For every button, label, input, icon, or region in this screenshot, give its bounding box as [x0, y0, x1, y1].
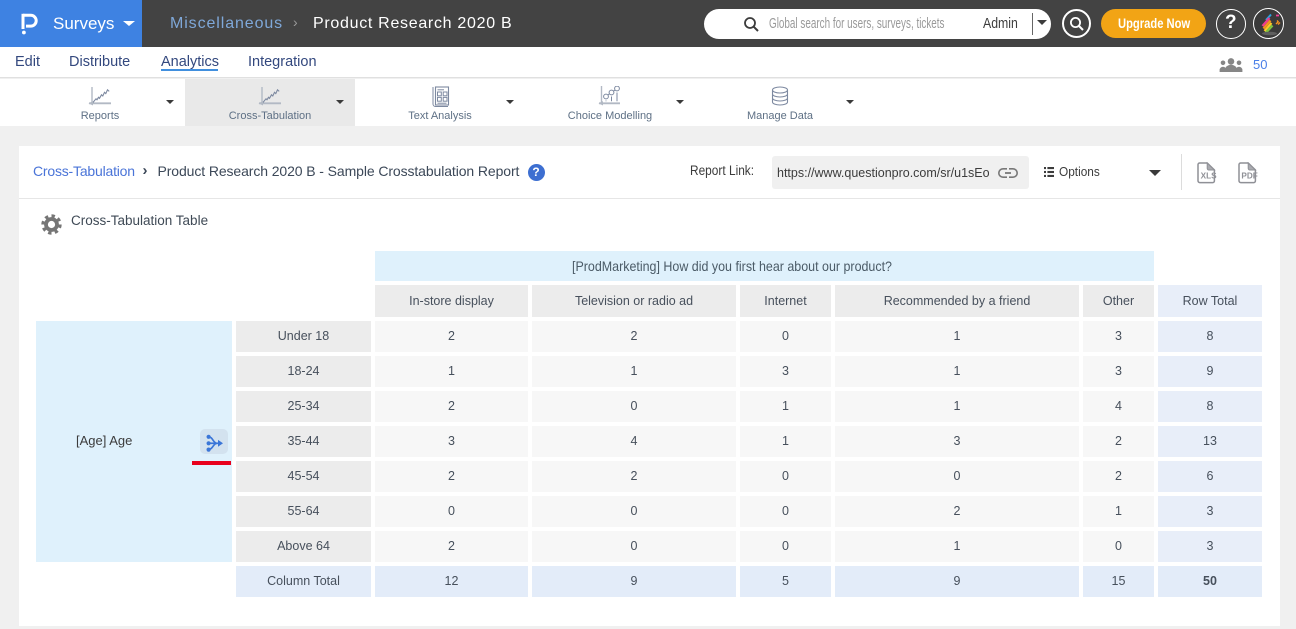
svg-text:XLS: XLS — [1200, 171, 1216, 180]
svg-text:PDF: PDF — [1241, 171, 1257, 180]
